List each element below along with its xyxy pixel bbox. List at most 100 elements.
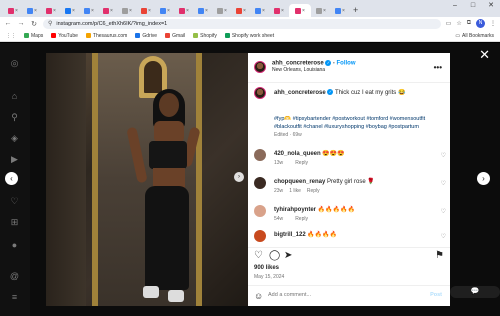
- tab-close-icon[interactable]: ×: [186, 8, 189, 14]
- tab-close-icon[interactable]: ×: [110, 8, 113, 14]
- all-bookmarks[interactable]: ▭ All Bookmarks: [455, 33, 494, 39]
- tab-close-icon[interactable]: ×: [91, 8, 94, 14]
- comment-avatar[interactable]: [254, 177, 266, 189]
- likes-count[interactable]: 900 likes: [254, 265, 279, 271]
- tab-close-icon[interactable]: ×: [224, 8, 227, 14]
- browser-tab[interactable]: ×: [213, 4, 231, 17]
- comment-input[interactable]: [268, 292, 418, 298]
- caption-username[interactable]: ahh_concreterose: [274, 90, 326, 96]
- browser-tab[interactable]: ×: [194, 4, 212, 17]
- tab-close-icon[interactable]: ×: [281, 8, 284, 14]
- comment-like-icon[interactable]: ♡: [441, 233, 446, 240]
- post-photo[interactable]: ›: [46, 53, 248, 306]
- browser-tab[interactable]: ×: [80, 4, 98, 17]
- browser-tab[interactable]: ×: [42, 4, 60, 17]
- reload-icon[interactable]: ↻: [30, 20, 38, 28]
- tab-close-icon[interactable]: ×: [167, 8, 170, 14]
- next-post-icon[interactable]: ›: [477, 172, 490, 185]
- browser-tab[interactable]: ×: [99, 4, 117, 17]
- back-icon[interactable]: ←: [4, 20, 12, 27]
- profile-avatar[interactable]: N: [476, 19, 485, 28]
- comment-username[interactable]: tyhirahpoynter: [274, 207, 316, 213]
- browser-tab[interactable]: ×: [23, 4, 41, 17]
- bookmark-item[interactable]: Shopify work sheet: [224, 33, 274, 39]
- tab-close-icon[interactable]: ×: [243, 8, 246, 14]
- close-modal-icon[interactable]: ✕: [479, 48, 490, 61]
- tab-close-icon[interactable]: ×: [53, 8, 56, 14]
- tab-close-icon[interactable]: ×: [342, 8, 345, 14]
- bookmark-item[interactable]: Shopify: [193, 33, 217, 39]
- home-icon[interactable]: ⌂: [9, 91, 20, 102]
- save-icon[interactable]: ⚑: [435, 251, 444, 261]
- share-icon[interactable]: ➤: [284, 251, 292, 261]
- next-image-icon[interactable]: ›: [234, 172, 244, 182]
- comment-like-icon[interactable]: ♡: [441, 152, 446, 159]
- comment-avatar[interactable]: [254, 230, 266, 242]
- emoji-icon[interactable]: ☺: [254, 291, 263, 301]
- new-tab-icon[interactable]: +: [353, 4, 358, 17]
- comment-reply[interactable]: Reply: [295, 160, 308, 166]
- browser-tab[interactable]: ×: [137, 4, 155, 17]
- browser-tab[interactable]: ×: [4, 4, 22, 17]
- bookmark-item[interactable]: YouTube: [51, 33, 78, 39]
- follow-button[interactable]: Follow: [336, 61, 355, 67]
- close-window-icon[interactable]: ✕: [482, 0, 500, 12]
- bookmark-item[interactable]: Gdrive: [135, 33, 157, 39]
- reels-icon[interactable]: ▶: [9, 154, 20, 165]
- instagram-logo-icon[interactable]: ◎: [9, 58, 20, 69]
- menu-icon[interactable]: ⋮: [490, 20, 496, 27]
- explore-icon[interactable]: ◈: [9, 133, 20, 144]
- tab-close-icon[interactable]: ×: [34, 8, 37, 14]
- minimize-icon[interactable]: –: [446, 0, 464, 12]
- previous-post-icon[interactable]: ‹: [5, 172, 18, 185]
- browser-tab[interactable]: ×: [232, 4, 250, 17]
- comment-avatar[interactable]: [254, 149, 266, 161]
- tab-close-icon[interactable]: ×: [302, 8, 305, 14]
- comment-reply[interactable]: Reply: [295, 216, 308, 222]
- search-icon[interactable]: ⚲: [9, 112, 20, 123]
- hashtags[interactable]: #fyp🫶 #tipsybartender #postworkout #tomf…: [274, 115, 444, 139]
- author-username[interactable]: ahh_concreterose: [272, 61, 324, 67]
- browser-tab[interactable]: ×: [312, 4, 330, 17]
- apps-icon[interactable]: ⋮⋮: [6, 33, 16, 39]
- bookmark-item[interactable]: Thesaurus.com: [85, 33, 127, 39]
- like-icon[interactable]: ♡: [254, 251, 263, 261]
- extensions-icon[interactable]: ⧉: [467, 20, 471, 27]
- threads-icon[interactable]: @: [9, 271, 20, 282]
- cast-icon[interactable]: ▭: [446, 20, 452, 27]
- notifications-icon[interactable]: ♡: [9, 196, 20, 207]
- caption-avatar[interactable]: [254, 87, 266, 99]
- bookmark-star-icon[interactable]: ☆: [456, 20, 461, 27]
- profile-icon[interactable]: ●: [9, 240, 20, 251]
- bookmark-item[interactable]: Maps: [24, 33, 43, 39]
- hashtags-text[interactable]: #fyp🫶 #tipsybartender #postworkout #tomf…: [274, 116, 425, 130]
- comment-icon[interactable]: ◯: [269, 251, 280, 261]
- tab-close-icon[interactable]: ×: [15, 8, 18, 14]
- messages-toast[interactable]: 💬: [450, 286, 500, 298]
- comment-username[interactable]: bigtrill_122: [274, 232, 306, 238]
- browser-tab[interactable]: ×: [61, 4, 79, 17]
- forward-icon[interactable]: →: [17, 20, 25, 27]
- browser-tab[interactable]: ×: [251, 4, 269, 17]
- site-info-icon[interactable]: ⚲: [48, 20, 52, 27]
- tab-close-icon[interactable]: ×: [323, 8, 326, 14]
- comment-like-icon[interactable]: ♡: [441, 180, 446, 187]
- maximize-icon[interactable]: □: [464, 0, 482, 12]
- tab-close-icon[interactable]: ×: [72, 8, 75, 14]
- comment-username[interactable]: 420_nola_queen: [274, 151, 321, 157]
- browser-tab[interactable]: ×: [270, 4, 288, 17]
- post-comment-button[interactable]: Post: [430, 292, 442, 298]
- browser-tab[interactable]: ×: [156, 4, 174, 17]
- create-icon[interactable]: ⊞: [9, 217, 20, 228]
- tab-close-icon[interactable]: ×: [148, 8, 151, 14]
- author-avatar[interactable]: [254, 61, 266, 73]
- tab-close-icon[interactable]: ×: [205, 8, 208, 14]
- tab-close-icon[interactable]: ×: [262, 8, 265, 14]
- more-menu-icon[interactable]: ≡: [9, 292, 20, 303]
- comment-like-icon[interactable]: ♡: [441, 208, 446, 215]
- browser-tab[interactable]: ×: [289, 4, 311, 17]
- bookmark-item[interactable]: Gmail: [165, 33, 185, 39]
- comment-likes[interactable]: 1 like: [289, 188, 301, 194]
- post-location[interactable]: New Orleans, Louisiana: [272, 67, 355, 73]
- browser-tab[interactable]: ×: [175, 4, 193, 17]
